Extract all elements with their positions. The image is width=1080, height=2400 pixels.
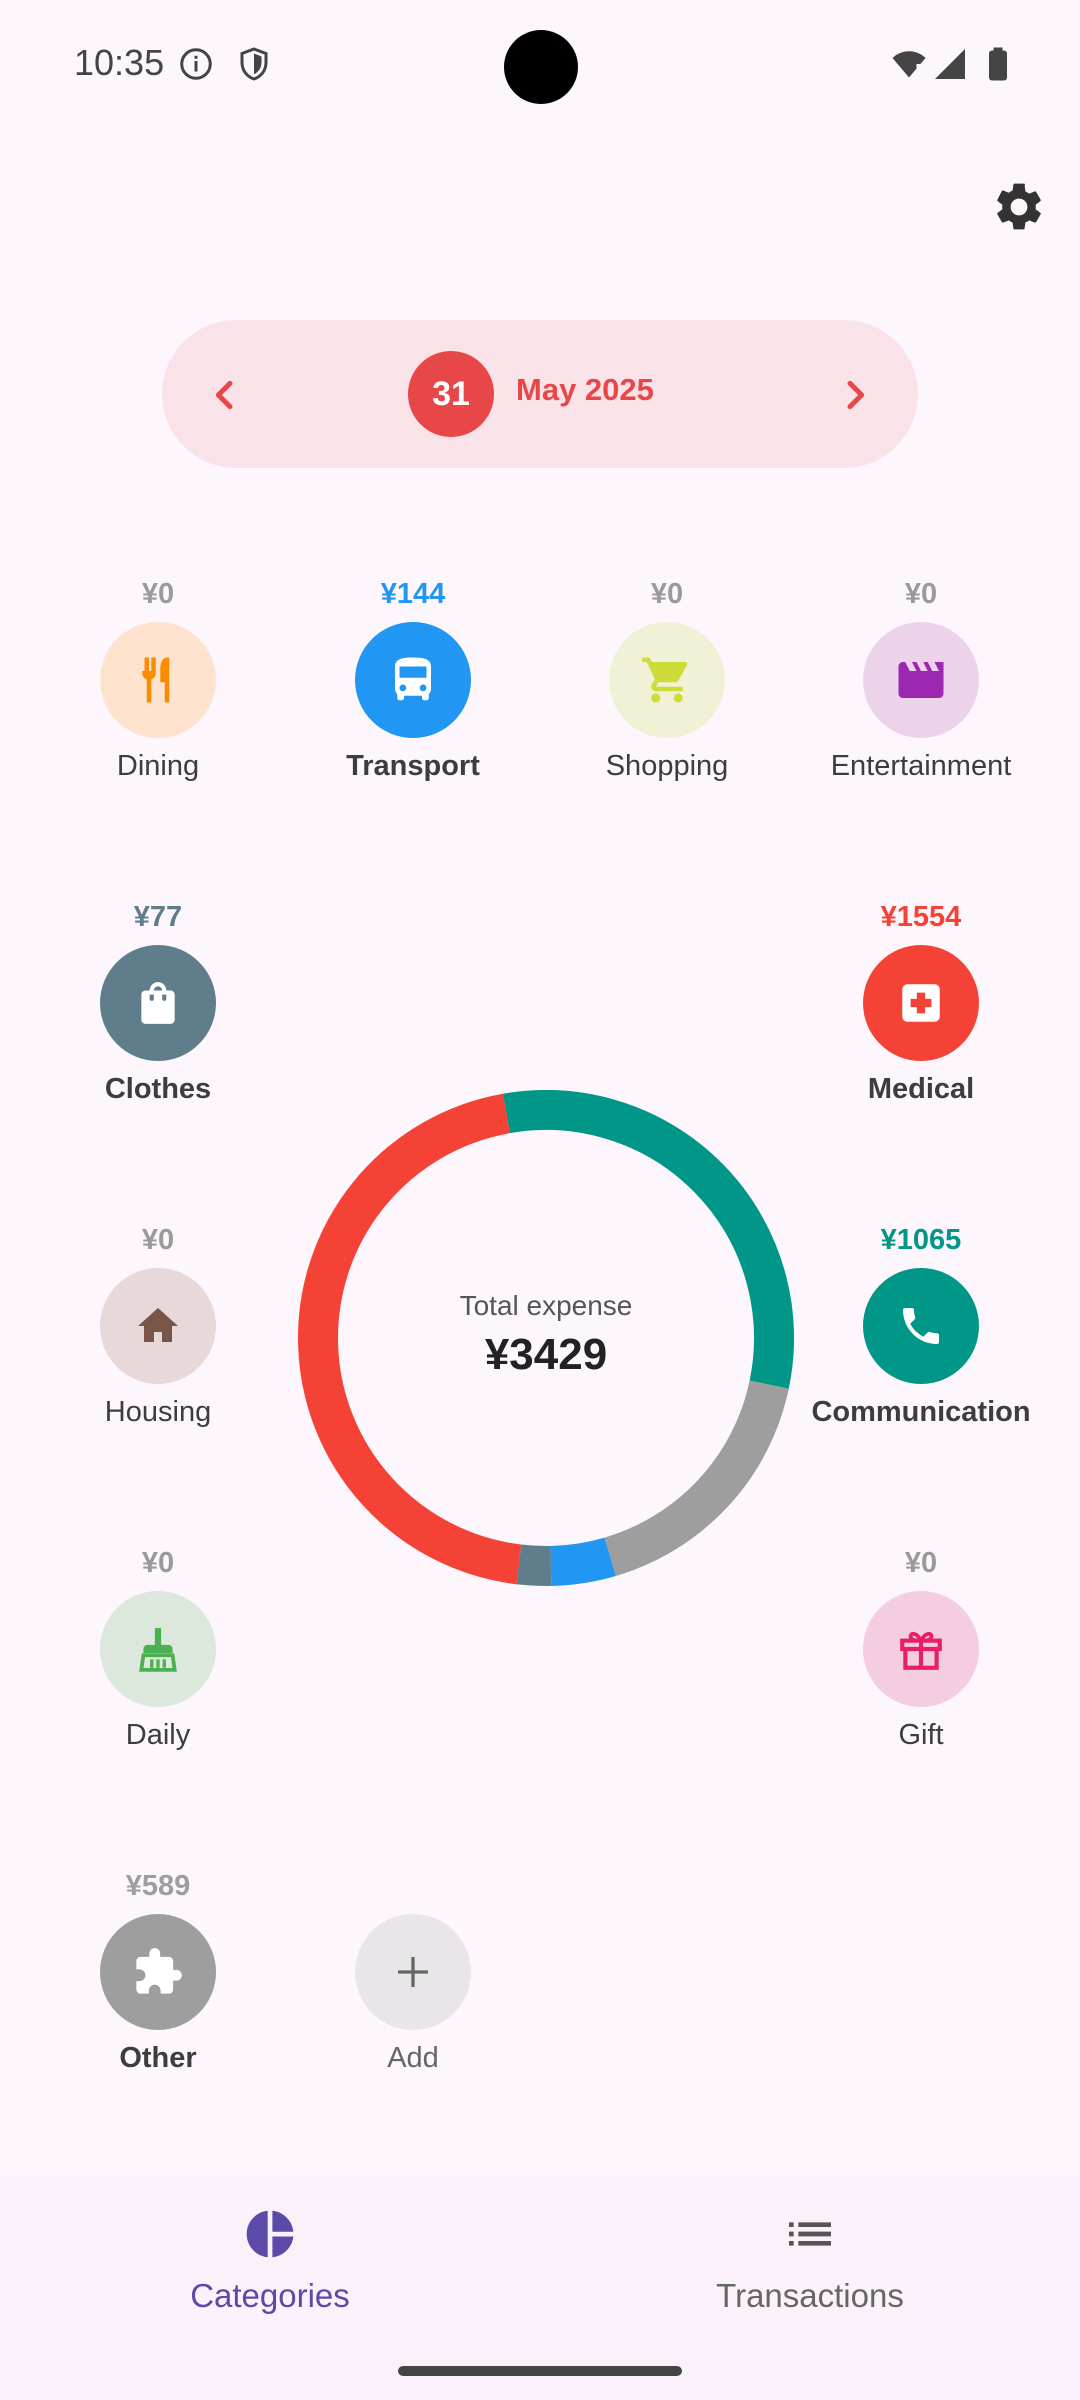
category-name: Housing: [104, 1396, 212, 1428]
category-icon-circle: [100, 945, 216, 1061]
tab-categories-label: Categories: [190, 2277, 350, 2314]
category-amount: ¥0: [650, 578, 684, 610]
category-name: Medical: [867, 1073, 975, 1105]
pie-chart-icon: [246, 2210, 294, 2258]
category-clothes[interactable]: ¥77 Clothes: [31, 897, 285, 1106]
category-name: Shopping: [605, 750, 729, 782]
fork-knife-icon: [142, 657, 170, 703]
puzzle-icon: [136, 1948, 182, 1994]
category-name: Dining: [116, 750, 200, 782]
info-icon: [180, 48, 212, 80]
tab-transactions[interactable]: Transactions: [690, 2206, 930, 2315]
total-expense-label: Total expense: [459, 1290, 633, 1321]
category-icon-circle: [355, 622, 471, 738]
category-transport[interactable]: ¥144 Transport: [286, 574, 540, 783]
category-name: Daily: [125, 1719, 191, 1751]
category-amount: ¥0: [904, 578, 938, 610]
chevron-right-icon: [847, 380, 865, 410]
category-communication[interactable]: ¥1065 Communication: [794, 1220, 1048, 1429]
house-icon: [138, 1308, 178, 1342]
add-category-label: Add: [387, 2042, 439, 2074]
category-other[interactable]: ¥589 Other: [31, 1866, 285, 2075]
category-housing[interactable]: ¥0 Housing: [31, 1220, 285, 1429]
category-amount: ¥0: [904, 1547, 938, 1579]
category-amount: ¥1065: [880, 1224, 962, 1256]
chevron-left-icon: [215, 380, 233, 410]
day-badge[interactable]: 31: [408, 351, 494, 437]
category-amount: ¥144: [380, 578, 446, 610]
settings-button[interactable]: [984, 172, 1054, 242]
donut-segment-clothes: [516, 1544, 552, 1586]
category-name: Entertainment: [830, 750, 1012, 782]
battery-icon: [989, 47, 1007, 81]
total-expense-value: ¥3429: [484, 1330, 608, 1379]
category-name: Other: [119, 2042, 197, 2074]
category-icon-circle: [863, 945, 979, 1061]
category-icon-circle: [863, 1591, 979, 1707]
category-icon-circle: [100, 1591, 216, 1707]
status-time: 10:35: [74, 42, 165, 83]
gift-icon: [900, 1631, 942, 1670]
donut-segment-transport: [550, 1537, 616, 1586]
category-icon-circle: [100, 1268, 216, 1384]
next-month-button[interactable]: [820, 360, 890, 430]
category-name: Transport: [346, 750, 480, 782]
tab-categories[interactable]: Categories: [150, 2206, 390, 2315]
bus-icon: [395, 657, 431, 701]
category-medical[interactable]: ¥1554 Medical: [794, 897, 1048, 1106]
add-category-button[interactable]: [355, 1914, 471, 2030]
category-name: Gift: [898, 1719, 944, 1751]
category-name: Clothes: [104, 1073, 212, 1105]
category-dining[interactable]: ¥0 Dining: [31, 574, 285, 783]
cart-icon: [642, 657, 688, 703]
shield-icon: [240, 47, 268, 81]
first-aid-icon: [902, 984, 940, 1022]
month-label[interactable]: May 2025: [516, 372, 654, 408]
category-shopping[interactable]: ¥0 Shopping: [540, 574, 794, 783]
category-icon-circle: [100, 622, 216, 738]
category-entertainment[interactable]: ¥0 Entertainment: [794, 574, 1048, 783]
category-icon-circle: [609, 622, 725, 738]
category-amount: ¥0: [141, 1224, 175, 1256]
bag-icon: [141, 982, 175, 1024]
home-indicator[interactable]: [398, 2366, 682, 2376]
category-icon-circle: [863, 622, 979, 738]
wifi-icon: [892, 51, 926, 78]
category-amount: ¥0: [141, 1547, 175, 1579]
category-name: Communication: [811, 1396, 1031, 1428]
list-icon: [789, 2222, 831, 2246]
camera-cutout: [504, 30, 578, 104]
category-amount: ¥77: [133, 901, 183, 933]
previous-month-button[interactable]: [190, 360, 260, 430]
gear-icon: [997, 183, 1041, 230]
category-gift[interactable]: ¥0 Gift: [794, 1543, 1048, 1752]
category-icon-circle: [100, 1914, 216, 2030]
broom-icon: [139, 1628, 177, 1672]
category-daily[interactable]: ¥0 Daily: [31, 1543, 285, 1752]
plus-icon: [398, 1957, 428, 1987]
clapperboard-icon: [898, 662, 944, 698]
donut-segment-other: [604, 1380, 789, 1576]
category-amount: ¥589: [125, 1870, 191, 1902]
category-amount: ¥0: [141, 578, 175, 610]
signal-icon: [935, 49, 965, 79]
category-amount: ¥1554: [880, 901, 962, 933]
tab-transactions-label: Transactions: [716, 2277, 904, 2314]
category-icon-circle: [863, 1268, 979, 1384]
phone-icon: [903, 1308, 939, 1344]
